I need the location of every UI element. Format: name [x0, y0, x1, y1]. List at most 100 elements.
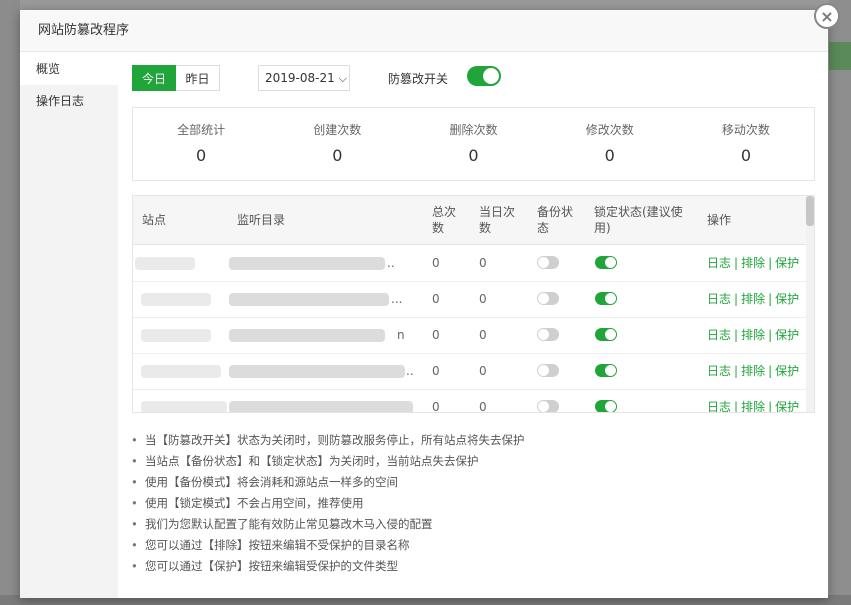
table-header: 站点 监听目录 总次数 当日次数 备份状态 锁定状态(建议使用) 操作: [133, 196, 808, 245]
separator: |: [734, 292, 739, 306]
lock-switch[interactable]: [595, 292, 617, 305]
table-row: n 0 0 日志 | 排除 | 保护: [133, 317, 808, 354]
backup-switch[interactable]: [537, 328, 559, 341]
tamper-toggle-label: 防篡改开关: [388, 72, 449, 86]
col-backup: 备份状态: [537, 205, 574, 235]
today-count: 0: [479, 256, 487, 270]
stat-label: 修改次数: [585, 123, 634, 137]
sidebar: 概览 操作日志: [20, 53, 118, 598]
protect-link[interactable]: 保护: [775, 364, 799, 378]
sidebar-item-operation-log[interactable]: 操作日志: [20, 85, 118, 117]
stat-total: 全部统计 0: [133, 108, 269, 180]
log-link[interactable]: 日志: [707, 256, 731, 270]
stats-panel: 全部统计 0 创建次数 0 删除次数 0 修改次数 0 移动次数 0: [132, 107, 815, 181]
lock-switch[interactable]: [595, 364, 617, 377]
dir-path-redacted: [229, 329, 385, 342]
lock-switch[interactable]: [595, 400, 617, 412]
tamper-proof-dialog: 网站防篡改程序 概览 操作日志 今日 昨日 2019-08-21 ⌵ 防篡改开关…: [20, 10, 828, 598]
note-item: 使用【锁定模式】不会占用空间，推荐使用: [130, 493, 525, 514]
stat-value: 0: [740, 146, 751, 165]
today-count: 0: [479, 328, 487, 342]
stat-value: 0: [332, 146, 343, 165]
row-actions: 日志 | 排除 | 保护: [707, 245, 799, 281]
row-actions: 日志 | 排除 | 保护: [707, 317, 799, 353]
site-name-redacted: [141, 401, 227, 412]
dir-tail: n: [397, 328, 405, 342]
dir-path-redacted: [229, 257, 385, 270]
stat-delete: 删除次数 0: [405, 108, 541, 180]
dir-path-redacted: [229, 401, 413, 412]
col-dir: 监听目录: [237, 213, 286, 227]
total-count: 0: [432, 292, 440, 306]
site-name-redacted: [135, 257, 195, 270]
protect-link[interactable]: 保护: [775, 328, 799, 342]
stat-label: 移动次数: [721, 123, 770, 137]
site-name-redacted: [141, 329, 211, 342]
lock-switch[interactable]: [595, 256, 617, 269]
col-today: 当日次数: [479, 205, 516, 235]
backup-switch[interactable]: [537, 292, 559, 305]
backup-switch[interactable]: [537, 256, 559, 269]
help-notes: 当【防篡改开关】状态为关闭时，则防篡改服务停止，所有站点将失去保护 当站点【备份…: [130, 430, 525, 577]
dir-tail: ..: [387, 256, 395, 270]
separator: |: [734, 256, 739, 270]
backup-switch[interactable]: [537, 400, 559, 412]
col-site: 站点: [142, 213, 167, 227]
today-count: 0: [479, 364, 487, 378]
table-row: ... 0 0 日志 | 排除 | 保护: [133, 281, 808, 318]
table-row: 0 0 日志 | 排除 | 保护: [133, 389, 808, 413]
total-count: 0: [432, 400, 440, 413]
separator: |: [768, 292, 773, 306]
stat-modify: 修改次数 0: [542, 108, 678, 180]
separator: |: [768, 364, 773, 378]
dir-tail: ...: [391, 292, 403, 306]
backup-switch[interactable]: [537, 364, 559, 377]
background-accent-strip: [829, 42, 851, 70]
sites-table: 站点 监听目录 总次数 当日次数 备份状态 锁定状态(建议使用) 操作 .. 0…: [132, 195, 815, 413]
tamper-toggle-switch[interactable]: [467, 66, 501, 86]
separator: |: [734, 328, 739, 342]
protect-link[interactable]: 保护: [775, 400, 799, 412]
dialog-title: 网站防篡改程序: [20, 10, 828, 52]
exclude-link[interactable]: 排除: [741, 292, 765, 306]
protect-link[interactable]: 保护: [775, 292, 799, 306]
sidebar-item-overview[interactable]: 概览: [20, 53, 118, 85]
note-item: 您可以通过【排除】按钮来编辑不受保护的目录名称: [130, 535, 525, 556]
exclude-link[interactable]: 排除: [741, 328, 765, 342]
scrollbar-thumb[interactable]: [806, 196, 814, 226]
note-item: 当站点【备份状态】和【锁定状态】为关闭时，当前站点失去保护: [130, 451, 525, 472]
log-link[interactable]: 日志: [707, 328, 731, 342]
today-count: 0: [479, 400, 487, 413]
dir-path-redacted: [229, 293, 389, 306]
tab-yesterday[interactable]: 昨日: [176, 65, 220, 91]
separator: |: [768, 400, 773, 413]
stat-label: 创建次数: [313, 123, 362, 137]
separator: |: [768, 328, 773, 342]
day-tabs: 今日 昨日: [132, 65, 220, 91]
exclude-link[interactable]: 排除: [741, 364, 765, 378]
stat-label: 全部统计: [177, 123, 226, 137]
log-link[interactable]: 日志: [707, 364, 731, 378]
protect-link[interactable]: 保护: [775, 256, 799, 270]
row-actions: 日志 | 排除 | 保护: [707, 281, 799, 317]
note-item: 使用【备份模式】将会消耗和源站点一样多的空间: [130, 472, 525, 493]
site-name-redacted: [141, 365, 221, 378]
date-picker[interactable]: 2019-08-21 ⌵: [258, 65, 350, 91]
total-count: 0: [432, 364, 440, 378]
stat-move: 移动次数 0: [678, 108, 814, 180]
log-link[interactable]: 日志: [707, 292, 731, 306]
separator: |: [768, 256, 773, 270]
table-row: .. 0 0 日志 | 排除 | 保护: [133, 245, 808, 282]
separator: |: [734, 400, 739, 413]
table-scrollbar[interactable]: [806, 196, 814, 412]
exclude-link[interactable]: 排除: [741, 400, 765, 412]
log-link[interactable]: 日志: [707, 400, 731, 412]
exclude-link[interactable]: 排除: [741, 256, 765, 270]
tab-today[interactable]: 今日: [132, 65, 176, 91]
close-icon[interactable]: ×: [814, 3, 840, 29]
stat-value: 0: [468, 146, 479, 165]
dir-path-redacted: [229, 365, 405, 378]
separator: |: [734, 364, 739, 378]
lock-switch[interactable]: [595, 328, 617, 341]
col-ops: 操作: [707, 213, 732, 227]
